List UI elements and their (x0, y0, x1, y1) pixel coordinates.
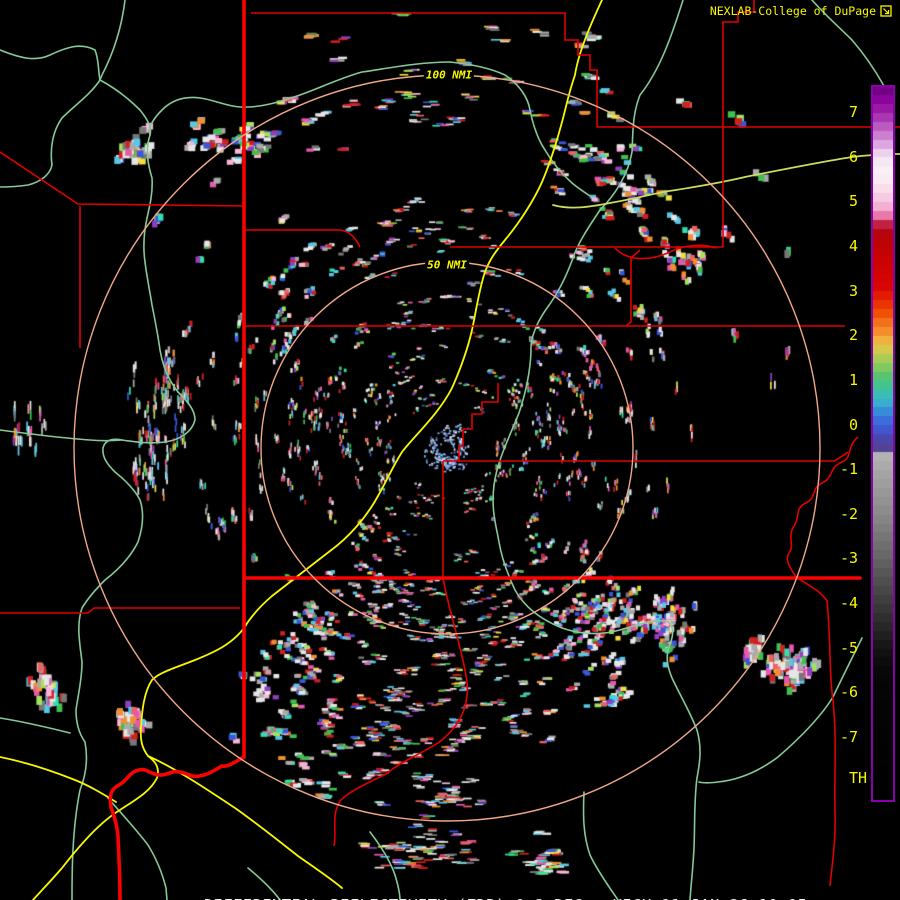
status-text: DIFFERENTIAL REFLECTIVITY (ZDR) 0.2 DEG … (204, 896, 807, 900)
colorbar-tick-label: 3 (848, 281, 858, 300)
radar-display: 100 NMI 50 NMI NEXLAB-College of DuPage … (0, 0, 900, 900)
colorbar-bottom-label: TH (849, 769, 868, 787)
range-ring-label-50nmi: 50 NMI (425, 258, 469, 272)
colorbar-tick-label: -5 (839, 638, 858, 657)
range-rings (73, 74, 821, 822)
colorbar-tick-label: -3 (839, 549, 858, 568)
colorbar-tick-label: 4 (848, 236, 858, 255)
range-ring-label-100nmi: 100 NMI (423, 68, 475, 82)
colorbar-tick-label: 5 (848, 192, 858, 211)
colorbar-tick-label: 6 (848, 147, 858, 166)
page-title: NEXLAB-College of DuPage (709, 4, 876, 18)
status-bar: DIFFERENTIAL REFLECTIVITY (ZDR) 0.2 DEG … (165, 878, 807, 900)
colorbar-tick-label: 7 (848, 103, 858, 122)
cod-logo-icon (880, 5, 892, 17)
map-overlay (0, 0, 900, 900)
colorbar-tick-label: -7 (839, 727, 858, 746)
colorbar-tick-label: 2 (848, 326, 858, 345)
colorbar-gradient (873, 87, 893, 800)
colorbar-tick-label: 0 (848, 415, 858, 434)
river-lines (0, 0, 885, 900)
colorbar-tick-label: -2 (839, 504, 858, 523)
highway-lines (0, 0, 603, 900)
colorbar-tick-label: -1 (839, 460, 858, 479)
colorbar-tick-label: -6 (839, 683, 858, 702)
range-ring-100nmi (73, 74, 821, 822)
colorbar-tick-label: -4 (839, 594, 858, 613)
header: NEXLAB-College of DuPage (710, 4, 892, 18)
state-border-lines (108, 0, 862, 900)
county-lines (0, 0, 900, 887)
colorbar-tick-label: 1 (848, 370, 858, 389)
colorbar-gradient-frame (871, 85, 895, 802)
